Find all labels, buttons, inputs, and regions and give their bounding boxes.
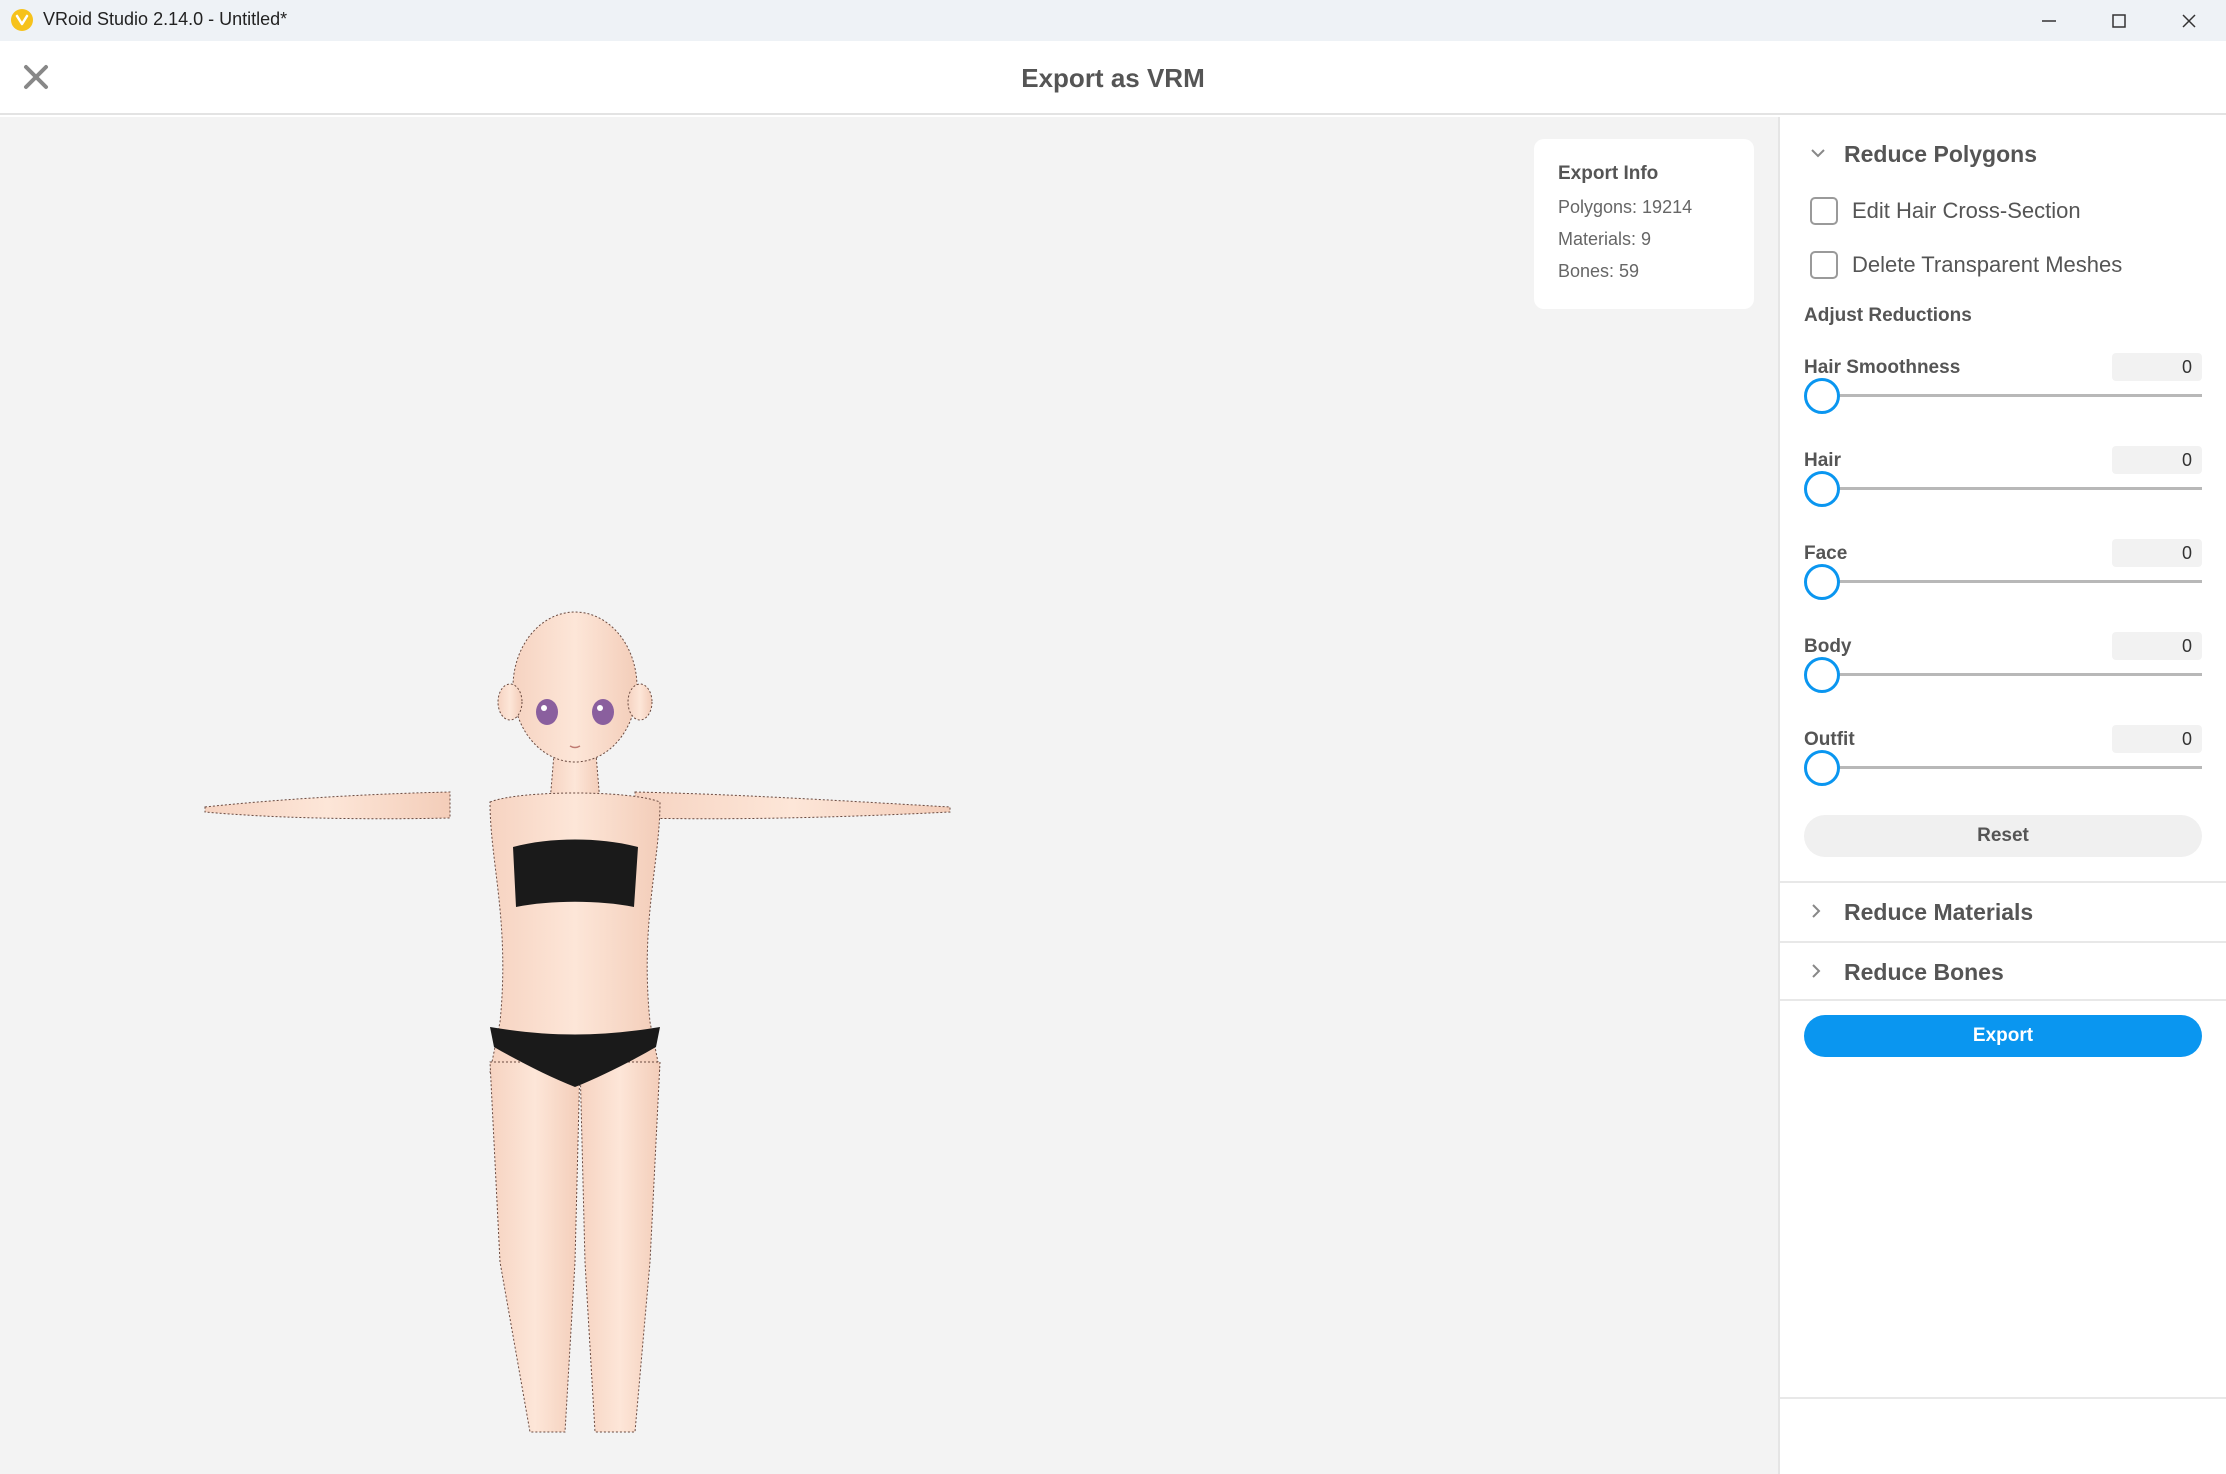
reset-button[interactable]: Reset [1804,815,2202,857]
reduce-materials-label: Reduce Materials [1844,898,2034,925]
slider-value-input[interactable]: 0 [2112,725,2202,753]
delete-transparent-meshes-label: Delete Transparent Meshes [1852,252,2123,277]
outfit-slider: Outfit 0 [1804,725,2202,809]
body-slider: Body 0 [1804,632,2202,716]
slider-thumb[interactable] [1804,750,1840,786]
maximize-icon [2112,13,2126,28]
minimize-button[interactable] [2014,0,2084,41]
model-viewport[interactable]: Export Info Polygons: 19214 Materials: 9… [0,117,1778,1474]
export-button[interactable]: Export [1804,1015,2202,1057]
window-close-button[interactable] [2154,0,2224,41]
slider-thumb[interactable] [1804,657,1840,693]
slider-thumb[interactable] [1804,378,1840,414]
chevron-right-icon [1812,904,1821,918]
slider-label: Face [1804,543,1848,564]
slider-thumb[interactable] [1804,564,1840,600]
face-slider: Face 0 [1804,539,2202,623]
slider-track[interactable] [1820,673,2202,676]
export-info-title: Export Info [1558,163,1659,184]
close-icon [2182,13,2196,28]
slider-track[interactable] [1820,394,2202,397]
avatar-model [204,611,951,1433]
polygons-count: Polygons: 19214 [1558,197,1693,217]
export-info-card: Export Info Polygons: 19214 Materials: 9… [1534,139,1754,309]
slider-thumb[interactable] [1804,471,1840,507]
slider-value-input[interactable]: 0 [2112,446,2202,474]
hair-smoothness-slider: Hair Smoothness 0 [1804,353,2202,437]
slider-track[interactable] [1820,580,2202,583]
page-title: Export as VRM [1021,63,1205,93]
materials-count: Materials: 9 [1558,229,1652,249]
divider [1780,1397,2226,1399]
reduce-polygons-header[interactable]: Reduce Polygons [1780,125,2226,183]
window-titlebar: VRoid Studio 2.14.0 - Untitled* [0,0,2226,41]
bones-count: Bones: 59 [1558,261,1640,281]
slider-label: Body [1804,636,1852,657]
slider-label: Hair [1804,450,1841,471]
vroid-logo-icon [11,9,33,31]
reduce-bones-header[interactable]: Reduce Bones [1780,943,2226,1001]
chevron-down-icon [1811,149,1825,158]
delete-transparent-meshes-checkbox[interactable] [1810,251,1838,279]
reduce-materials-header[interactable]: Reduce Materials [1780,883,2226,941]
window-title: VRoid Studio 2.14.0 - Untitled* [43,9,288,29]
adjust-reductions-label: Adjust Reductions [1804,305,1972,326]
edit-hair-cross-section-checkbox[interactable] [1810,197,1838,225]
divider [1780,999,2226,1001]
chevron-right-icon [1812,964,1821,978]
slider-value-input[interactable]: 0 [2112,539,2202,567]
slider-value-input[interactable]: 0 [2112,632,2202,660]
maximize-button[interactable] [2084,0,2154,41]
reduce-bones-label: Reduce Bones [1844,958,2004,985]
edit-hair-cross-section-option[interactable]: Edit Hair Cross-Section [1810,193,2081,229]
slider-value-input[interactable]: 0 [2112,353,2202,381]
slider-track[interactable] [1820,487,2202,490]
hair-slider: Hair 0 [1804,446,2202,530]
minimize-icon [2042,19,2056,22]
slider-label: Hair Smoothness [1804,357,1961,378]
dialog-header: Export as VRM [0,41,2226,115]
edit-hair-cross-section-label: Edit Hair Cross-Section [1852,198,2081,223]
slider-track[interactable] [1820,766,2202,769]
slider-label: Outfit [1804,729,1855,750]
reduce-polygons-label: Reduce Polygons [1844,140,2037,167]
app-window: VRoid Studio 2.14.0 - Untitled* Export a… [0,0,2226,1474]
delete-transparent-meshes-option[interactable]: Delete Transparent Meshes [1810,247,2122,283]
export-settings-panel: Reduce Polygons Edit Hair Cross-Section … [1778,117,2226,1474]
